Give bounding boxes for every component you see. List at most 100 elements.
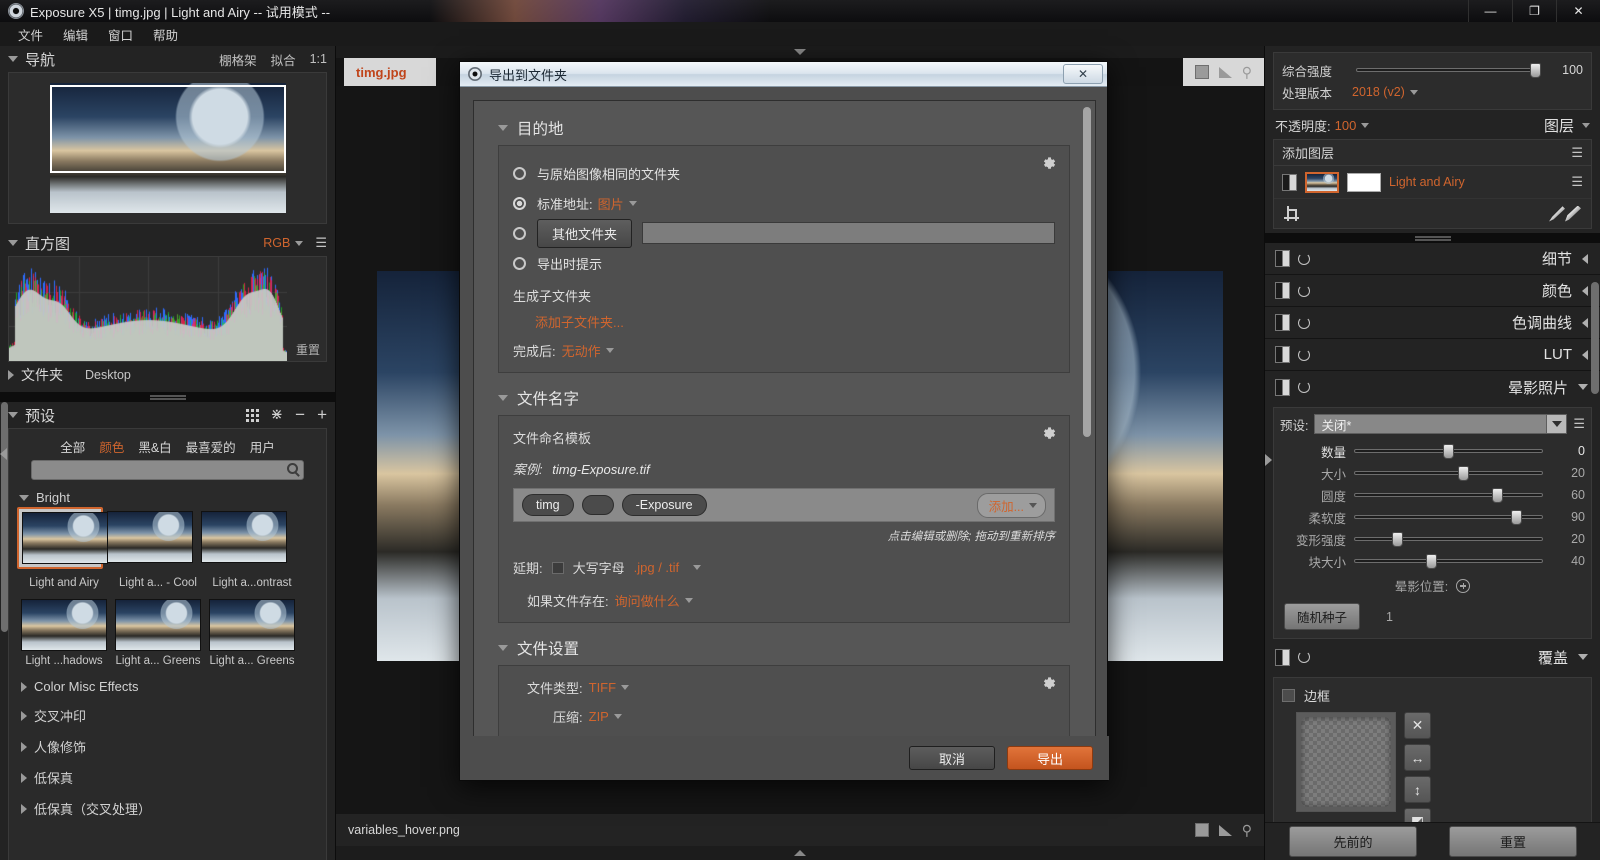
random-seed-button[interactable]: 随机种子 xyxy=(1284,603,1360,630)
restore-button[interactable]: ❐ xyxy=(1512,0,1556,22)
crop-icon[interactable] xyxy=(1284,206,1299,221)
preset-tab-bw[interactable]: 黑&白 xyxy=(138,437,171,456)
chevron-down-icon[interactable] xyxy=(606,348,614,353)
chevron-down-icon[interactable] xyxy=(1410,90,1418,95)
preset-tab-all[interactable]: 全部 xyxy=(60,437,85,456)
chevron-down-icon[interactable] xyxy=(8,412,18,418)
token-filename[interactable]: timg xyxy=(522,494,574,516)
chevron-down-icon[interactable] xyxy=(1361,123,1369,128)
destination-option-standard[interactable]: 标准地址: 图片 xyxy=(513,188,1055,218)
layer-row[interactable]: Light and Airy ☰ xyxy=(1274,166,1591,198)
chevron-right-icon[interactable] xyxy=(8,370,14,380)
vignette-preset-select[interactable]: 关闭* xyxy=(1314,414,1567,434)
preset-item-shadows[interactable]: Light ...hadows xyxy=(21,599,107,667)
slider-track[interactable] xyxy=(1354,489,1543,501)
destination-section-header[interactable]: 目的地 xyxy=(498,117,1070,139)
layer-menu-icon[interactable]: ☰ xyxy=(1571,147,1583,159)
chevron-left-icon[interactable] xyxy=(1582,318,1588,328)
add-token-button[interactable]: 添加... xyxy=(977,493,1046,518)
preset-item-greens-2[interactable]: Light a... Greens xyxy=(209,599,295,667)
radio-icon[interactable] xyxy=(513,257,526,270)
window-controls[interactable]: — ❐ ✕ xyxy=(1468,0,1600,22)
left-panel-collapse-arrow[interactable] xyxy=(0,443,8,465)
section-lut[interactable]: LUT xyxy=(1265,339,1600,371)
slider-track[interactable] xyxy=(1354,467,1543,479)
compression-row[interactable]: 压缩: ZIP xyxy=(513,707,1055,726)
pencil-icon[interactable] xyxy=(1549,206,1565,222)
chevron-left-icon[interactable] xyxy=(1582,286,1588,296)
layer-visibility-icon[interactable] xyxy=(1282,174,1297,191)
histogram-menu-icon[interactable]: ☰ xyxy=(315,237,327,249)
section-overlay[interactable]: 覆盖 xyxy=(1265,641,1600,673)
previous-button[interactable]: 先前的 xyxy=(1289,826,1417,857)
histogram-header[interactable]: 直方图 RGB ☰ xyxy=(0,230,335,256)
menu-item-file[interactable]: 文件 xyxy=(8,23,53,46)
reset-section-icon[interactable] xyxy=(1297,252,1311,266)
border-preview[interactable] xyxy=(1296,712,1396,812)
chevron-down-icon[interactable] xyxy=(621,685,629,690)
vignette-position-row[interactable]: 晕影位置: xyxy=(1280,576,1585,595)
chevron-right-icon[interactable] xyxy=(21,773,27,783)
preset-category-lofi[interactable]: 低保真 xyxy=(9,762,326,793)
menu-item-edit[interactable]: 编辑 xyxy=(53,23,98,46)
cancel-button[interactable]: 取消 xyxy=(909,746,995,770)
add-preset-button[interactable]: + xyxy=(317,408,327,422)
preset-group-bright[interactable]: Bright xyxy=(9,486,326,509)
vignette-slider-amount[interactable]: 数量 0 xyxy=(1280,440,1585,462)
compare-view-icon[interactable] xyxy=(1195,65,1209,79)
border-buttons[interactable]: ✕ ↔ ↕ ◩ xyxy=(1404,712,1431,835)
extension-row[interactable]: 延期: 大写字母 .jpg / .tif xyxy=(513,558,1055,577)
process-version-row[interactable]: 处理版本 2018 (v2) xyxy=(1282,81,1583,103)
token-empty[interactable] xyxy=(582,495,614,515)
preset-category-portrait[interactable]: 人像修饰 xyxy=(9,731,326,762)
chevron-down-icon[interactable] xyxy=(498,395,508,401)
chevron-down-icon[interactable] xyxy=(8,240,18,246)
chevron-right-icon[interactable] xyxy=(21,742,27,752)
opacity-value[interactable]: 100 xyxy=(1335,118,1357,133)
border-flip-horizontal-button[interactable]: ↔ xyxy=(1404,744,1431,771)
slider-track[interactable] xyxy=(1354,555,1543,567)
section-toggle-icon[interactable] xyxy=(1275,346,1290,363)
filmstrip-top-toggle[interactable] xyxy=(336,46,1264,58)
slider-track[interactable] xyxy=(1354,533,1543,545)
destination-option-same-folder[interactable]: 与原始图像相同的文件夹 xyxy=(513,158,1055,188)
slider-track[interactable] xyxy=(1354,445,1543,457)
preset-tab-favorites[interactable]: 最喜爱的 xyxy=(186,437,236,456)
menu-bar[interactable]: 文件 编辑 窗口 帮助 xyxy=(0,22,1600,46)
chevron-right-icon[interactable] xyxy=(21,711,27,721)
random-seed-row[interactable]: 随机种子 1 xyxy=(1280,603,1585,630)
process-version-value[interactable]: 2018 (v2) xyxy=(1352,85,1405,99)
menu-item-window[interactable]: 窗口 xyxy=(98,23,143,46)
chevron-right-icon[interactable] xyxy=(21,682,27,692)
reset-section-icon[interactable] xyxy=(1297,284,1311,298)
section-color[interactable]: 颜色 xyxy=(1265,275,1600,307)
extension-value[interactable]: .jpg / .tif xyxy=(634,560,680,575)
section-vignette[interactable]: 晕影照片 xyxy=(1265,371,1600,403)
add-position-icon[interactable] xyxy=(1456,579,1470,593)
image-tab[interactable]: timg.jpg xyxy=(344,58,436,86)
preset-category-cross-process[interactable]: 交叉冲印 xyxy=(9,700,326,731)
preset-tab-color[interactable]: 颜色 xyxy=(99,437,124,456)
overall-strength-slider[interactable] xyxy=(1356,64,1541,76)
chevron-down-icon[interactable] xyxy=(629,201,637,206)
soft-proof-icon[interactable] xyxy=(1219,67,1232,78)
presets-scrollbar[interactable] xyxy=(1,402,8,632)
section-detail[interactable]: 细节 xyxy=(1265,243,1600,275)
uppercase-checkbox[interactable] xyxy=(552,562,564,574)
vignette-slider-size[interactable]: 大小 20 xyxy=(1280,462,1585,484)
chevron-down-icon[interactable] xyxy=(8,56,18,62)
chevron-down-icon[interactable] xyxy=(693,565,701,570)
compression-value[interactable]: ZIP xyxy=(589,709,609,724)
reset-section-icon[interactable] xyxy=(1297,380,1311,394)
presets-tabs[interactable]: 全部 颜色 黑&白 最喜爱的 用户 xyxy=(9,429,326,460)
choose-other-folder-button[interactable]: 其他文件夹 xyxy=(537,219,632,248)
gear-icon[interactable] xyxy=(1040,156,1057,173)
after-export-value[interactable]: 无动作 xyxy=(562,341,601,360)
filename-section-header[interactable]: 文件名字 xyxy=(498,387,1070,409)
export-button[interactable]: 导出 xyxy=(1007,746,1093,770)
vignette-menu-icon[interactable]: ☰ xyxy=(1573,418,1585,430)
chevron-down-icon[interactable] xyxy=(685,598,693,603)
section-toggle-icon[interactable] xyxy=(1275,282,1290,299)
standard-location-value[interactable]: 图片 xyxy=(598,194,624,213)
reset-button[interactable]: 重置 xyxy=(1449,826,1577,857)
